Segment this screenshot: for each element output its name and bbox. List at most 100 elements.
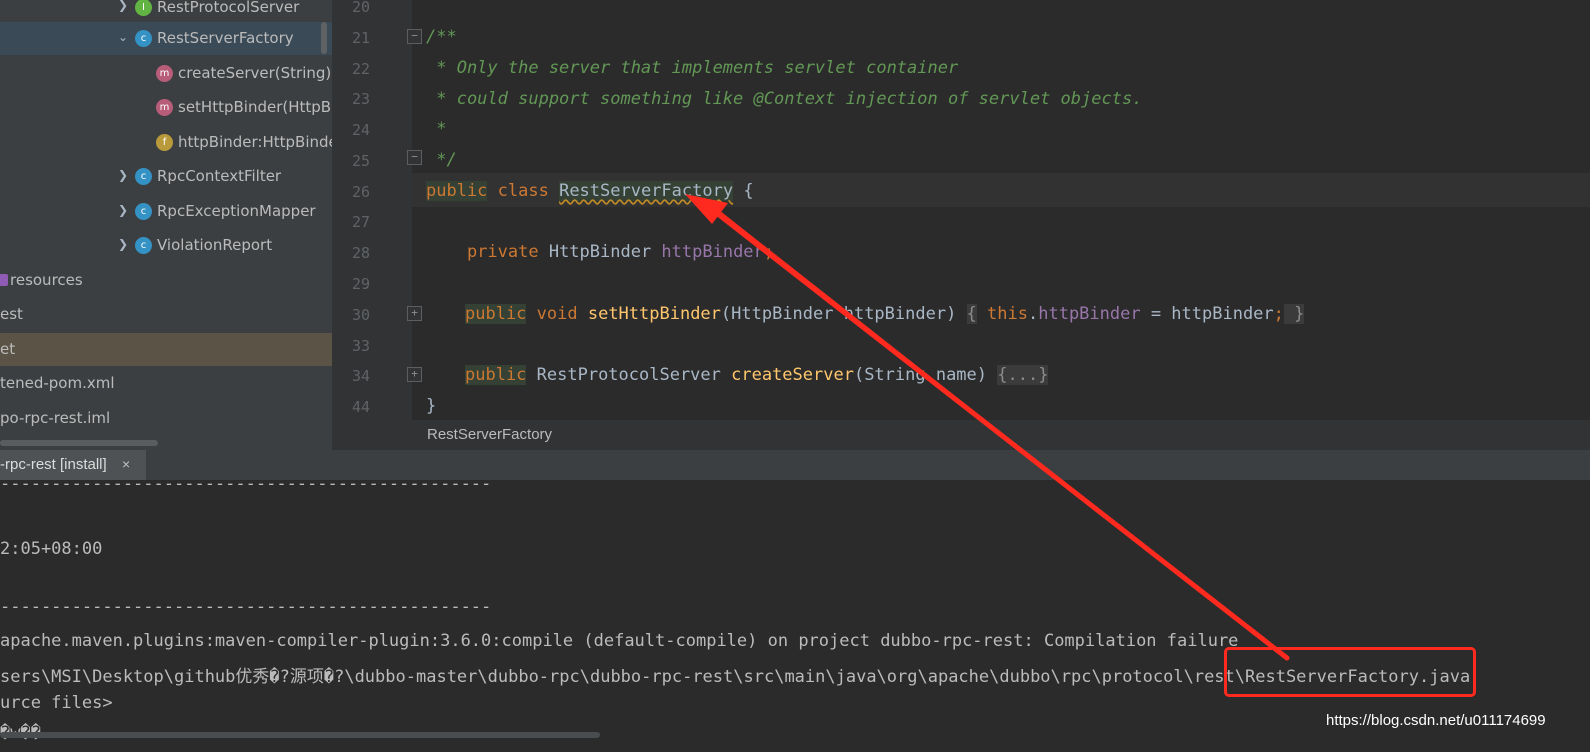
code-line-21: /** — [426, 27, 457, 47]
code-line-34: public RestProtocolServer createServer(S… — [465, 365, 1049, 385]
run-tab-label: -rpc-rest [install] — [0, 456, 107, 473]
field-icon: f — [156, 134, 173, 151]
breadcrumb-item[interactable]: RestServerFactory — [427, 426, 552, 443]
console-line: apache.maven.plugins:maven-compiler-plug… — [0, 631, 1239, 651]
code-line-25: */ — [426, 150, 457, 170]
keyword: private — [426, 242, 539, 262]
tree-item-label: RpcContextFilter — [157, 167, 282, 185]
chevron-right-icon[interactable]: ❯ — [118, 168, 132, 182]
line-number: 26 — [351, 183, 370, 201]
keyword: void — [526, 304, 588, 324]
close-icon[interactable]: × — [122, 456, 130, 472]
tree-item-label: ViolationReport — [157, 236, 273, 254]
tree-item-resources[interactable]: resources — [0, 264, 332, 297]
project-tree: ❯ I RestProtocolServer ⌄ c RestServerFac… — [0, 0, 332, 450]
tree-horizontal-scrollbar[interactable] — [0, 440, 158, 446]
tree-item-rpccontextfilter[interactable]: ❯ c RpcContextFilter — [0, 160, 332, 193]
tree-item-label: createServer(String):F — [178, 64, 332, 82]
line-gutter: 20 21 22 23 24 25 26 27 28 29 30 33 34 4… — [332, 0, 422, 420]
chevron-down-icon[interactable]: ⌄ — [118, 30, 132, 44]
tree-item-restprotocolserver[interactable]: ❯ I RestProtocolServer — [0, 0, 332, 23]
code-line-26: public class RestServerFactory { — [426, 181, 754, 201]
line-number: 21 — [351, 29, 370, 47]
code-line-22: * Only the server that implements servle… — [426, 58, 959, 78]
code-line-24: * — [426, 119, 447, 139]
line-number: 27 — [351, 213, 370, 231]
interface-icon: I — [135, 0, 152, 16]
tree-item-iml[interactable]: po-rpc-rest.iml — [0, 402, 332, 435]
brace: { — [733, 181, 754, 201]
type: RestProtocolServer — [526, 365, 732, 385]
line-number: 23 — [351, 90, 370, 108]
line-number: 24 — [351, 121, 370, 139]
tree-item-label: est — [0, 305, 23, 323]
tree-item-violationreport[interactable]: ❯ c ViolationReport — [0, 229, 332, 262]
tree-item-restserverfactory[interactable]: ⌄ c RestServerFactory — [0, 22, 332, 55]
annotation-highlight-box — [1224, 647, 1476, 697]
console-horizontal-scrollbar[interactable] — [0, 732, 600, 738]
resources-folder-icon — [0, 274, 8, 286]
chevron-right-icon[interactable]: ❯ — [118, 203, 132, 217]
fold-expand-icon[interactable]: + — [407, 367, 422, 382]
keyword: public — [465, 304, 527, 324]
code-line-44: } — [426, 396, 437, 416]
chevron-right-icon[interactable]: ❯ — [118, 0, 132, 12]
code-editor[interactable]: 20 21 22 23 24 25 26 27 28 29 30 33 34 4… — [332, 0, 1590, 420]
brace: { — [966, 304, 977, 324]
tree-item-sethttpbinder[interactable]: m setHttpBinder(HttpBi — [0, 91, 332, 124]
tree-item-createserver[interactable]: m createServer(String):F — [0, 57, 332, 90]
tree-item-target[interactable]: et — [0, 333, 332, 366]
dot: . — [1027, 304, 1039, 324]
tree-item-test[interactable]: est — [0, 298, 332, 331]
tree-item-flattened-pom[interactable]: tened-pom.xml — [0, 367, 332, 400]
class-icon: c — [135, 168, 152, 185]
class-icon: c — [135, 237, 152, 254]
fold-collapse-icon[interactable]: − — [407, 150, 422, 165]
keyword: this — [976, 304, 1028, 324]
tree-item-rpcexceptionmapper[interactable]: ❯ c RpcExceptionMapper — [0, 195, 332, 228]
line-number: 20 — [351, 0, 370, 16]
method-icon: m — [156, 65, 173, 82]
tree-item-label: resources — [10, 271, 83, 289]
class-icon: c — [135, 203, 152, 220]
tree-item-label: RestServerFactory — [157, 29, 294, 47]
fold-expand-icon[interactable]: + — [407, 306, 422, 321]
console-line: urce files> — [0, 693, 113, 713]
line-number: 44 — [351, 398, 370, 416]
code-line-30: public void setHttpBinder(HttpBinder htt… — [465, 304, 1305, 324]
method-name: createServer — [731, 365, 854, 385]
semicolon: ; — [763, 242, 775, 262]
tree-item-label: RpcExceptionMapper — [157, 202, 316, 220]
watermark-text: https://blog.csdn.net/u011174699 — [1326, 712, 1546, 729]
code-line-28: private HttpBinder httpBinder; — [426, 242, 774, 262]
method-icon: m — [156, 99, 173, 116]
type: HttpBinder — [538, 242, 662, 262]
brace: } — [1283, 304, 1305, 324]
fold-collapse-icon[interactable]: − — [407, 29, 422, 44]
line-number: 33 — [351, 337, 370, 355]
tree-item-label: RestProtocolServer — [157, 0, 300, 16]
line-number: 22 — [351, 60, 370, 78]
console-line: ----------------------------------------… — [0, 597, 492, 617]
tree-item-label: setHttpBinder(HttpBi — [178, 98, 332, 116]
tree-item-label: et — [0, 340, 16, 358]
line-number: 34 — [351, 367, 370, 385]
class-icon: c — [135, 30, 152, 47]
chevron-right-icon[interactable]: ❯ — [118, 237, 132, 251]
tree-vertical-scrollbar[interactable] — [321, 22, 327, 54]
folded-code[interactable]: {...} — [997, 365, 1049, 385]
tree-item-httpbinder[interactable]: f httpBinder:HttpBinde — [0, 126, 332, 159]
line-number: 29 — [351, 275, 370, 293]
console-line: ----------------------------------------… — [0, 474, 492, 494]
keyword: class — [487, 181, 560, 201]
code-line-23: * could support something like @Context … — [426, 89, 1143, 109]
semicolon: ; — [1273, 304, 1284, 324]
class-name: RestServerFactory — [559, 181, 734, 201]
params: (HttpBinder httpBinder) — [720, 304, 967, 324]
assignment: = httpBinder — [1140, 304, 1274, 324]
line-number: 30 — [351, 306, 370, 324]
editor-breadcrumb[interactable]: RestServerFactory — [332, 420, 1590, 450]
field: httpBinder — [1038, 304, 1141, 324]
keyword: public — [465, 365, 527, 385]
line-number: 28 — [351, 244, 370, 262]
